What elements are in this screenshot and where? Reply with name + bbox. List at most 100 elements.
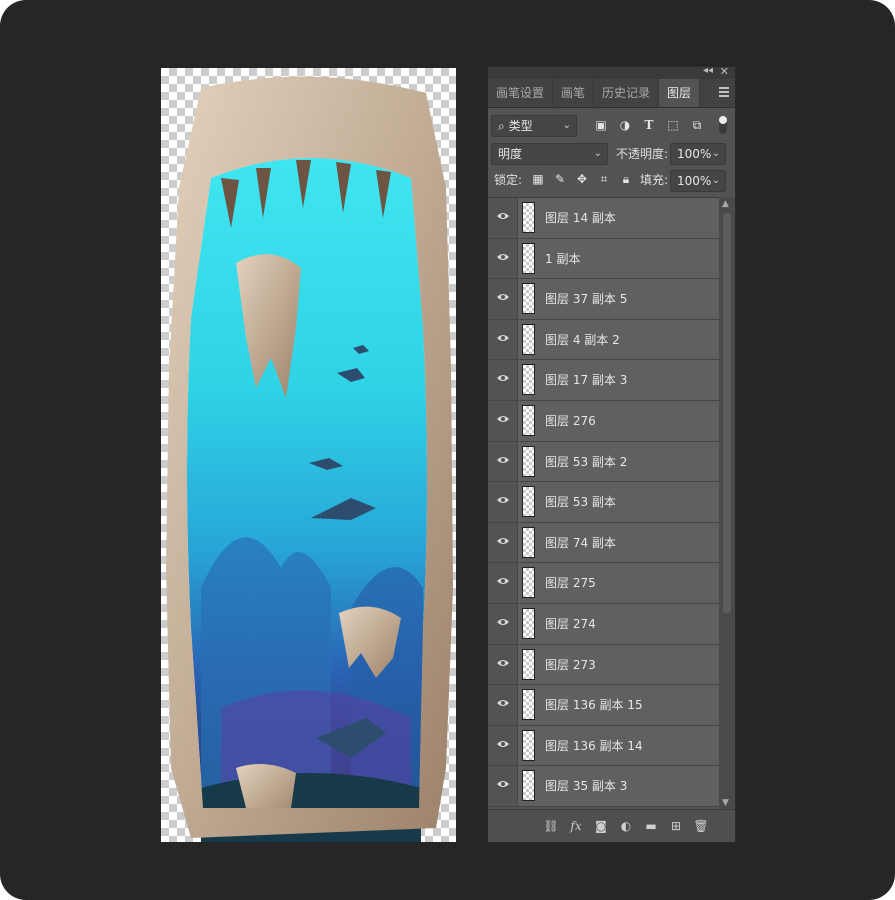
- type-filter-icon[interactable]: T: [640, 116, 658, 134]
- trash-icon[interactable]: 🗑︎: [693, 819, 709, 833]
- chevron-down-icon: ⌄: [593, 148, 602, 159]
- layer-row[interactable]: 图层 14 副本: [488, 198, 721, 239]
- layer-name: 图层 273: [545, 657, 596, 672]
- eye-icon: [497, 740, 509, 747]
- search-icon: ⌕: [498, 119, 505, 133]
- visibility-toggle[interactable]: [488, 360, 518, 400]
- visibility-toggle[interactable]: [488, 685, 518, 725]
- visibility-toggle[interactable]: [488, 400, 518, 441]
- collapse-panels-icon[interactable]: ◂◂: [703, 65, 713, 76]
- filter-kind-dropdown[interactable]: ⌕ 类型 ⌄: [491, 115, 577, 137]
- group-folder-icon[interactable]: ▬: [643, 819, 659, 833]
- scroll-down-icon[interactable]: ▼: [722, 798, 729, 808]
- tab-layers[interactable]: 图层: [659, 79, 701, 107]
- layer-row[interactable]: 图层 74 副本: [488, 522, 721, 564]
- eye-icon: [497, 415, 509, 422]
- layer-thumbnail: [522, 729, 535, 761]
- visibility-toggle[interactable]: [488, 279, 518, 319]
- adjustment-layer-icon[interactable]: ◐: [618, 819, 634, 833]
- layer-row[interactable]: 图层 276: [488, 400, 721, 442]
- visibility-toggle[interactable]: [488, 522, 518, 563]
- layer-row[interactable]: 图层 37 副本 5: [488, 279, 721, 320]
- fill-label: 填充:: [640, 173, 669, 187]
- blend-mode-value: 明度: [498, 147, 523, 161]
- tab-brush-settings[interactable]: 画笔设置: [488, 79, 554, 107]
- filter-toggle[interactable]: [719, 116, 727, 134]
- layer-name: 图层 274: [545, 616, 596, 631]
- layer-thumbnail: [522, 323, 535, 355]
- layer-name: 图层 136 副本 14: [545, 738, 643, 753]
- lock-image-pixels-icon[interactable]: ✎: [552, 171, 568, 187]
- visibility-toggle[interactable]: [488, 644, 518, 685]
- layer-row[interactable]: 图层 136 副本 15: [488, 685, 721, 726]
- opacity-field[interactable]: 100% ⌄: [670, 143, 726, 165]
- visibility-toggle[interactable]: [488, 563, 518, 603]
- layer-row[interactable]: 1 副本: [488, 238, 721, 280]
- layer-row[interactable]: 图层 53 副本 2: [488, 441, 721, 483]
- layer-name: 图层 276: [545, 413, 596, 428]
- eye-icon: [497, 294, 509, 301]
- lock-transparent-pixels-icon[interactable]: ▦: [530, 171, 546, 187]
- adjustment-filter-icon[interactable]: ◑: [616, 116, 634, 134]
- visibility-toggle[interactable]: [488, 319, 518, 360]
- mask-icon[interactable]: ◙: [593, 819, 609, 833]
- underwater-cave-artwork: [166, 76, 453, 842]
- lock-artboard-icon[interactable]: ⌗: [596, 171, 612, 187]
- eye-icon: [497, 537, 509, 544]
- opacity-value: 100%: [677, 147, 712, 161]
- layer-thumbnail: [522, 486, 535, 518]
- link-layers-icon[interactable]: ⛓︎: [543, 819, 559, 833]
- layer-row[interactable]: 图层 4 副本 2: [488, 319, 721, 361]
- panel-menu-icon[interactable]: [719, 87, 729, 97]
- chevron-down-icon: ⌄: [711, 175, 720, 186]
- image-filter-icon[interactable]: ▣: [592, 116, 610, 134]
- layer-row[interactable]: 图层 53 副本: [488, 482, 721, 523]
- layer-thumbnail: [522, 567, 535, 599]
- lock-position-icon[interactable]: ✥: [574, 171, 590, 187]
- layer-row[interactable]: 图层 17 副本 3: [488, 360, 721, 401]
- scroll-thumb[interactable]: [723, 213, 731, 613]
- lock-fill-row: 锁定: ▦ ✎ ✥ ⌗ 🔒︎ 填充: 100% ⌄: [488, 167, 735, 194]
- fill-field[interactable]: 100% ⌄: [670, 170, 726, 192]
- layer-name: 图层 74 副本: [545, 535, 616, 550]
- scroll-up-icon[interactable]: ▲: [722, 199, 729, 209]
- eye-icon: [497, 618, 509, 625]
- visibility-toggle[interactable]: [488, 766, 518, 806]
- document-canvas[interactable]: [161, 68, 456, 842]
- layer-row[interactable]: 图层 275: [488, 563, 721, 604]
- layers-panel: ◂◂ ✕ 画笔设置 画笔 历史记录 图层 ⌕ 类型 ⌄ ▣ ◑ T ⬚ ⧉ 明度…: [487, 65, 736, 843]
- visibility-toggle[interactable]: [488, 725, 518, 766]
- chevron-down-icon: ⌄: [562, 120, 571, 131]
- lock-all-icon[interactable]: 🔒︎: [618, 171, 634, 187]
- blend-opacity-row: 明度 ⌄ 不透明度: 100% ⌄: [488, 140, 735, 167]
- eye-icon: [497, 213, 509, 219]
- shape-filter-icon[interactable]: ⬚: [664, 116, 682, 134]
- layer-row[interactable]: 图层 274: [488, 603, 721, 645]
- layer-thumbnail: [522, 770, 535, 802]
- layers-scrollbar[interactable]: ▲ ▼: [719, 197, 735, 810]
- visibility-toggle[interactable]: [488, 603, 518, 644]
- opacity-label: 不透明度:: [616, 147, 669, 161]
- layer-name: 图层 17 副本 3: [545, 373, 628, 388]
- layer-row[interactable]: 图层 273: [488, 644, 721, 686]
- layer-name: 图层 35 副本 3: [545, 779, 628, 794]
- smart-object-filter-icon[interactable]: ⧉: [688, 116, 706, 134]
- layer-row[interactable]: 图层 35 副本 3: [488, 766, 721, 807]
- close-panel-icon[interactable]: ✕: [720, 65, 729, 78]
- layer-filter-row: ⌕ 类型 ⌄ ▣ ◑ T ⬚ ⧉: [488, 113, 735, 140]
- tab-brushes[interactable]: 画笔: [553, 79, 595, 107]
- visibility-toggle[interactable]: [488, 482, 518, 522]
- visibility-toggle[interactable]: [488, 441, 518, 482]
- layer-thumbnail: [522, 607, 535, 639]
- eye-icon: [497, 456, 509, 463]
- blend-mode-dropdown[interactable]: 明度 ⌄: [491, 143, 608, 165]
- visibility-toggle[interactable]: [488, 238, 518, 279]
- visibility-toggle[interactable]: [488, 198, 518, 238]
- layer-row[interactable]: 图层 136 副本 14: [488, 725, 721, 767]
- eye-icon: [497, 334, 509, 341]
- fx-icon[interactable]: fx: [568, 819, 584, 833]
- new-layer-icon[interactable]: ⊞: [668, 819, 684, 833]
- layer-thumbnail: [522, 283, 535, 315]
- eye-icon: [497, 497, 509, 504]
- tab-history[interactable]: 历史记录: [594, 79, 660, 107]
